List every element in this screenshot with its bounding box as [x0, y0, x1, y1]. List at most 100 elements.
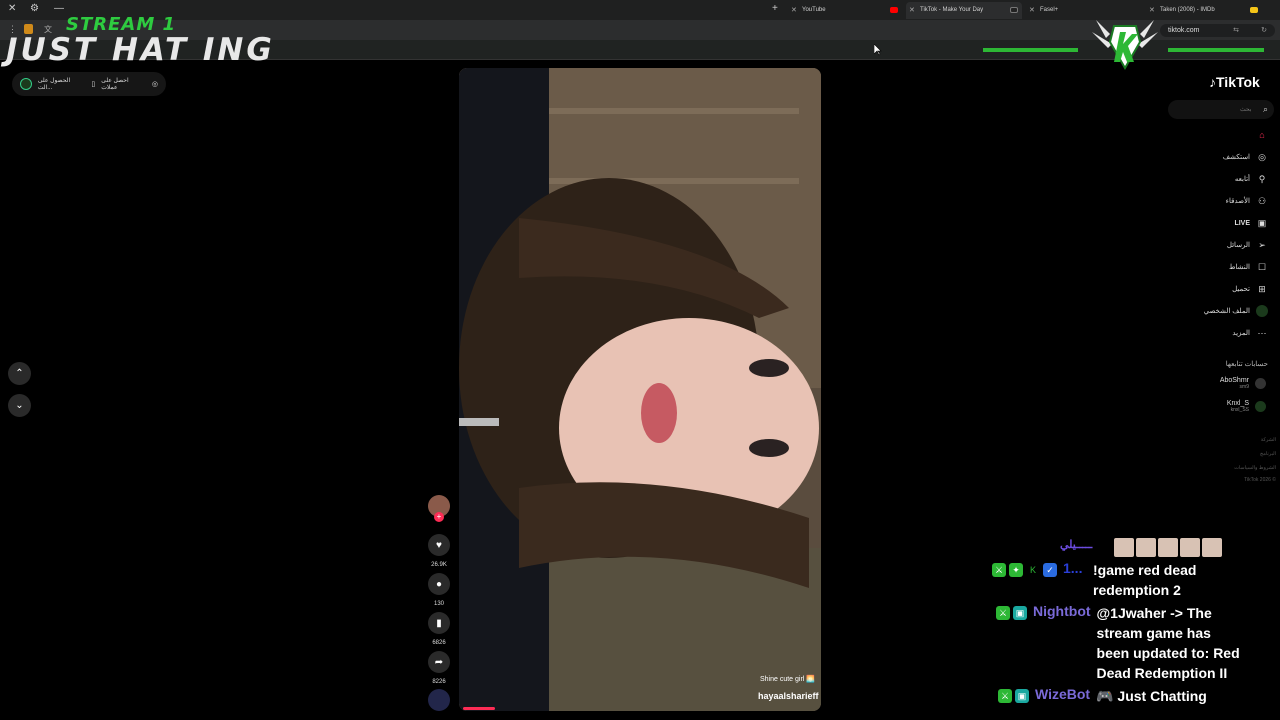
previous-video-button[interactable]: ⌃	[8, 362, 31, 385]
settings-icon[interactable]: ⚙	[30, 3, 39, 14]
video-progress-bar[interactable]	[463, 707, 495, 710]
bot-badge-icon: ▣	[1013, 606, 1027, 620]
chat-message: ⚔ ✦ K ✓ 1... !game red dead redemption 2	[992, 560, 1263, 600]
sidebar-item-profile[interactable]: الملف الشخصي	[1204, 305, 1268, 317]
chevron-up-icon: ⌃	[15, 368, 24, 379]
compass-icon: ◎	[1258, 151, 1266, 162]
new-tab-icon[interactable]: +	[772, 3, 778, 14]
coin-icon: ◎	[151, 81, 158, 88]
video-caption: Shine cute girl 🌅	[760, 676, 816, 683]
chat-username: ـــــيلي	[1060, 539, 1093, 551]
sidebar-item-more[interactable]: المزيد ⋯	[1232, 327, 1268, 339]
emote-group	[1114, 538, 1224, 562]
profile-icon	[1256, 305, 1268, 317]
following-icon: ⚲	[1258, 173, 1266, 184]
like-count: 26.9K	[431, 562, 447, 568]
url-field[interactable]: tiktok.com ⇆ ↻	[1160, 24, 1275, 37]
streamer-logo-icon	[1092, 20, 1158, 71]
tab-imdb[interactable]: ✕ Taken (2008) - IMDb	[1146, 2, 1262, 19]
close-tab-icon[interactable]: ✕	[791, 2, 797, 19]
following-account-item[interactable]: Knxl_S knxl_SS	[1227, 400, 1266, 413]
live-icon: ▣	[1257, 217, 1267, 228]
home-icon: ⌂	[1259, 130, 1265, 140]
sidebar-item-upload[interactable]: تحميل ⊞	[1232, 283, 1268, 295]
upload-icon: ⊞	[1258, 283, 1266, 294]
avatar	[1255, 401, 1266, 412]
footer-link-company[interactable]: الشركة	[1261, 437, 1276, 443]
avatar	[1255, 378, 1266, 389]
following-accounts-title: حسابات تتابعها	[1225, 361, 1268, 368]
activity-icon: ☐	[1257, 261, 1267, 272]
comment-count: 130	[433, 601, 444, 607]
minimize-icon[interactable]: —	[54, 3, 64, 14]
share-button[interactable]: ➦ 8226	[428, 651, 450, 685]
like-button[interactable]: ♥ 26.9K	[428, 534, 450, 568]
search-input[interactable]: بحث ⌕	[1168, 100, 1274, 119]
sidebar-item-messages[interactable]: الرسائل ➢	[1227, 239, 1268, 251]
following-account-item[interactable]: AboShmr sm9	[1220, 377, 1266, 390]
emote-icon	[1136, 538, 1157, 557]
next-video-button[interactable]: ⌄	[8, 394, 31, 417]
music-disc-button[interactable]	[428, 689, 450, 711]
video-player[interactable]	[459, 68, 821, 711]
messages-icon: ➢	[1258, 239, 1266, 250]
footer-link-program[interactable]: البرنامج	[1260, 451, 1276, 457]
chat-message: ⚔ ▣ WizeBot 🎮 Just Chatting	[998, 686, 1266, 706]
author-avatar-button[interactable]: +	[428, 495, 450, 522]
emote-icon	[1180, 538, 1201, 557]
chat-text: @1Jwaher -> The stream game has been upd…	[1096, 605, 1240, 681]
reload-icon[interactable]: ↻	[1261, 24, 1267, 37]
follow-plus-icon[interactable]: +	[434, 512, 444, 522]
sidebar-item-following[interactable]: أتابعه ⚲	[1235, 173, 1268, 185]
sidebar-item-live[interactable]: LIVE ▣	[1234, 217, 1268, 229]
sidebar-item-explore[interactable]: استكشف ◎	[1223, 151, 1268, 163]
tiktok-logo[interactable]: ♪TikTok	[1209, 74, 1260, 90]
share-count: 8226	[432, 679, 446, 685]
emote-icon	[1114, 538, 1135, 557]
tab-tiktok[interactable]: ✕ TikTok - Make Your Day	[906, 2, 1022, 19]
close-tab-icon[interactable]: ✕	[1029, 2, 1035, 19]
tune-icon[interactable]: ⇆	[1233, 24, 1239, 37]
sub-badge-icon: ✦	[1009, 563, 1023, 577]
get-app-link[interactable]: الحصول على الت...	[38, 77, 86, 91]
close-window-icon[interactable]: ✕	[8, 3, 16, 14]
chat-text: !game red dead redemption 2	[1093, 562, 1197, 598]
comment-icon: ●	[428, 573, 450, 595]
tiktok-note-icon: ♪	[1209, 74, 1216, 90]
overlay-bar-right	[1168, 48, 1264, 52]
chat-message: ـــــيلي	[1060, 538, 1224, 562]
sword-badge-icon: ⚔	[996, 606, 1010, 620]
chat-username: 1...	[1063, 560, 1083, 576]
sword-badge-icon: ⚔	[998, 689, 1012, 703]
footer-link-terms[interactable]: الشروط والسياسات	[1234, 465, 1276, 471]
comment-button[interactable]: ● 130	[428, 573, 450, 607]
k-badge-icon: K	[1029, 565, 1036, 575]
bot-badge-icon: ▣	[1015, 689, 1029, 703]
emote-icon	[1202, 538, 1223, 557]
video-author-handle[interactable]: hayaalsharieff	[758, 691, 819, 701]
phone-icon: ▯	[91, 81, 96, 88]
avatar[interactable]	[20, 78, 32, 90]
footer-copyright: TikTok 2026 ©	[1244, 477, 1276, 483]
overlay-bar-left	[983, 48, 1078, 52]
save-count: 6826	[432, 640, 446, 646]
search-icon[interactable]: ⌕	[1263, 104, 1268, 115]
get-coins-link[interactable]: احصل على عملات	[101, 77, 146, 91]
tab-youtube[interactable]: ✕ YouTube	[788, 2, 902, 19]
top-promo-chip: الحصول على الت... ▯ احصل على عملات ◎	[12, 72, 166, 96]
friends-icon: ⚇	[1257, 195, 1267, 206]
sidebar-item-friends[interactable]: الأصدقاء ⚇	[1226, 195, 1268, 207]
sword-badge-icon: ⚔	[992, 563, 1006, 577]
sidebar-item-home[interactable]: ⌂	[1250, 129, 1268, 141]
mouse-cursor-icon	[874, 44, 882, 56]
close-tab-icon[interactable]: ✕	[909, 2, 915, 19]
chevron-down-icon: ⌄	[15, 400, 24, 411]
chat-text: 🎮 Just Chatting	[1096, 688, 1207, 704]
sidebar-item-activity[interactable]: النشاط ☐	[1229, 261, 1268, 273]
bookmark-icon: ▮	[428, 612, 450, 634]
chat-username: WizeBot	[1035, 686, 1091, 702]
imdb-favicon-icon	[1250, 7, 1258, 13]
video-frame-image	[459, 68, 821, 711]
verified-badge-icon: ✓	[1043, 563, 1057, 577]
save-button[interactable]: ▮ 6826	[428, 612, 450, 646]
